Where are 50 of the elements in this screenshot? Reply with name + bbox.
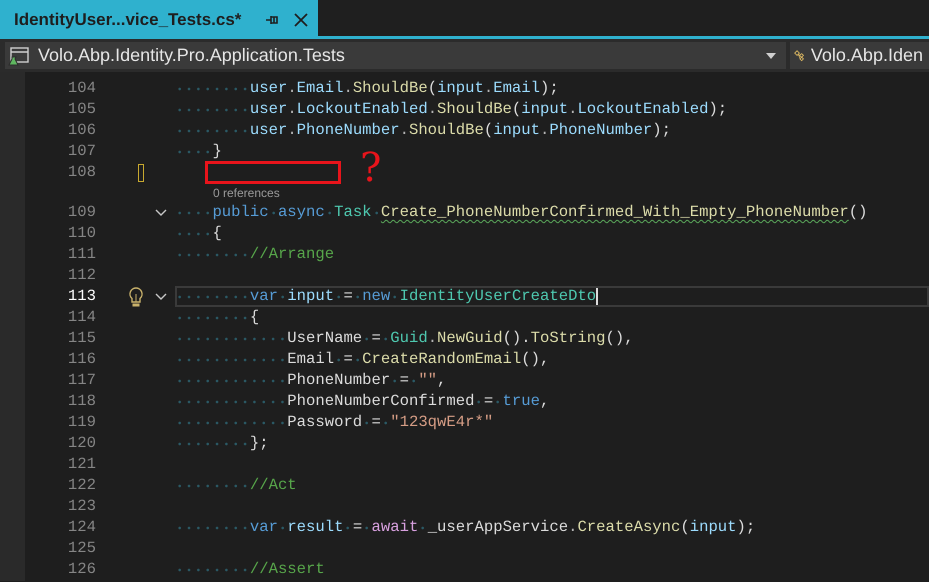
- code-line: public async Task Create_PhoneNumberConfirmed_With_Empty_PhoneNumber(): [175, 202, 929, 223]
- code-line: user.LockoutEnabled.ShouldBe(input.LockoutEnabled);: [175, 99, 929, 120]
- code-line: UserName = Guid.NewGuid().ToString(),: [175, 328, 929, 349]
- code-line: Email = CreateRandomEmail(),: [175, 349, 929, 370]
- line-number: 109: [66, 202, 97, 223]
- line-number: 112: [66, 264, 97, 286]
- chevron-icon[interactable]: [154, 208, 166, 216]
- line-number: 110: [66, 222, 97, 244]
- code-line: //Arrange: [175, 244, 929, 265]
- project-dropdown[interactable]: Volo.Abp.Identity.Pro.Application.Tests: [5, 42, 786, 69]
- line-number: 104: [66, 78, 97, 99]
- line-number: 120: [66, 432, 97, 454]
- code-line: user.PhoneNumber.ShouldBe(input.PhoneNumber);: [175, 120, 929, 141]
- line-number: 121: [66, 454, 97, 475]
- codelens-link[interactable]: 0 references: [213, 184, 280, 202]
- line-number: 125: [66, 538, 97, 559]
- line-number: 108: [66, 162, 97, 183]
- code-line: {: [175, 307, 929, 328]
- line-number: 106: [66, 120, 97, 141]
- line-number: 113: [66, 286, 97, 307]
- code-line: //Assert: [175, 559, 929, 580]
- line-number: 119: [66, 412, 97, 433]
- line-number: 124: [66, 516, 97, 538]
- code-line: PhoneNumberConfirmed = true,: [175, 391, 929, 412]
- code-line: var input = new IdentityUserCreateDto: [175, 286, 929, 307]
- line-number: 107: [66, 140, 97, 162]
- line-number: 114: [66, 306, 97, 328]
- lightbulb-icon[interactable]: [128, 286, 144, 306]
- code-line: //Act: [175, 475, 929, 496]
- line-number: 115: [66, 328, 97, 349]
- member-dropdown[interactable]: Volo.Abp.Iden: [790, 42, 929, 69]
- line-number: 105: [66, 98, 97, 120]
- dropdown-arrow-icon: [766, 52, 776, 58]
- code-line: {: [175, 223, 929, 244]
- chevron-icon[interactable]: [154, 292, 166, 300]
- line-number: 116: [66, 348, 97, 370]
- code-line: PhoneNumber = "",: [175, 370, 929, 391]
- code-line: user.Email.ShouldBe(input.Email);: [175, 78, 929, 99]
- line-number: 117: [66, 370, 97, 391]
- code-line: var result = await _userAppService.CreateAsync(input);: [175, 517, 929, 538]
- line-number: 118: [66, 390, 97, 412]
- line-number: 123: [66, 496, 97, 517]
- project-icon: [8, 44, 30, 66]
- line-number: 122: [66, 474, 97, 496]
- document-tab[interactable]: IdentityUser...vice_Tests.cs*: [0, 0, 318, 39]
- line-number: 126: [66, 558, 97, 580]
- code-line: };: [175, 433, 929, 454]
- close-icon[interactable]: [294, 12, 308, 26]
- line-number: 111: [66, 244, 97, 265]
- code-line: Password = "123qwE4r*": [175, 412, 929, 433]
